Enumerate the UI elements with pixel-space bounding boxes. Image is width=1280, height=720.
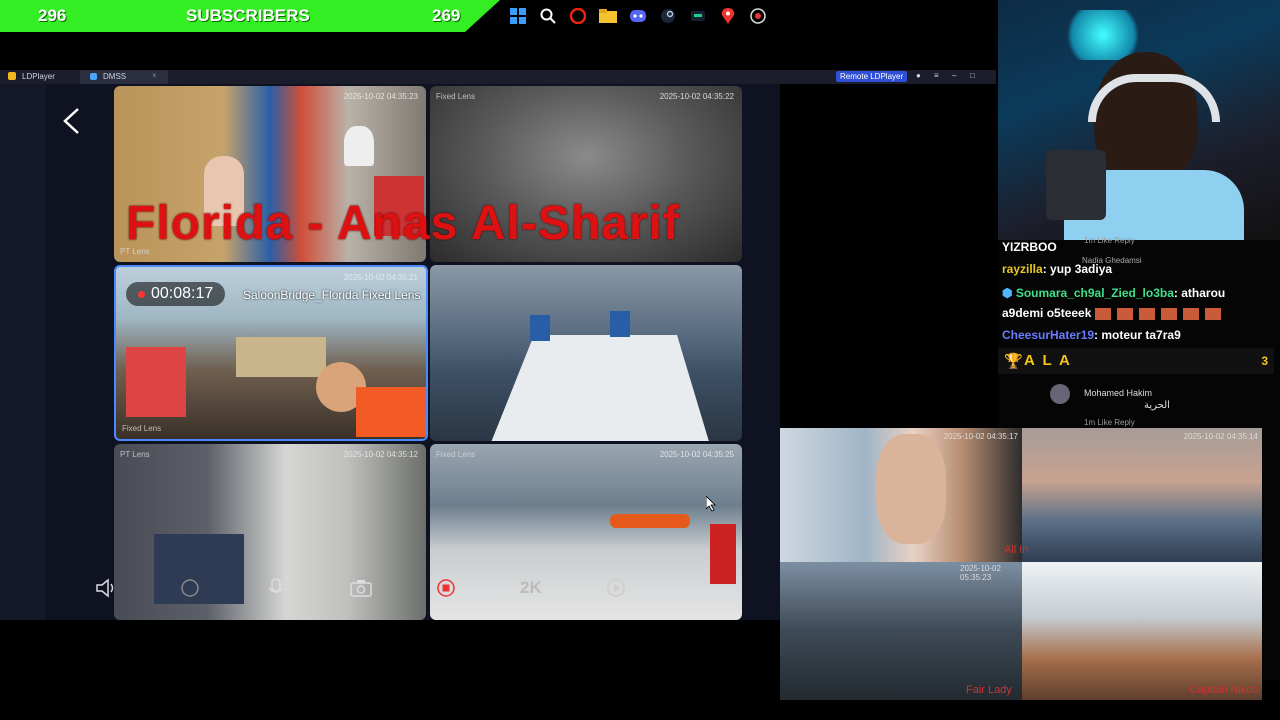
recording-timer: 00:08:17 bbox=[126, 282, 226, 306]
comment-user: Mohamed Hakim bbox=[1084, 388, 1153, 398]
life-raft-shape bbox=[610, 514, 690, 528]
emulator-titlebar: LDPlayer DMSS × Remote LDPlayer ● ≡ – □ bbox=[0, 70, 996, 84]
comment-text: الحرية bbox=[1144, 400, 1170, 411]
record-toggle-icon[interactable] bbox=[180, 578, 200, 603]
camera-2-label: Fixed Lens bbox=[436, 92, 476, 101]
opera-icon[interactable] bbox=[568, 6, 588, 26]
record-icon[interactable] bbox=[748, 6, 768, 26]
avatar bbox=[1050, 384, 1070, 404]
account-icon[interactable]: ● bbox=[916, 71, 921, 80]
bow-deck-shape bbox=[490, 335, 710, 441]
stream-overlay-title: Florida - Anas Al-Sharif bbox=[126, 197, 680, 250]
camera-3-label: Fixed Lens bbox=[122, 424, 162, 433]
steam-icon[interactable] bbox=[658, 6, 678, 26]
lamp-shape bbox=[344, 126, 374, 166]
chat-username: rayzilla bbox=[1002, 262, 1043, 276]
verified-badge-icon: ⬢ bbox=[1002, 286, 1013, 300]
tab-dmss[interactable]: DMSS bbox=[103, 72, 126, 81]
back-arrow-icon[interactable] bbox=[60, 106, 82, 136]
search-icon[interactable] bbox=[538, 6, 558, 26]
boat-name: All In bbox=[1004, 544, 1029, 556]
camera-5-timestamp: 2025-10-02 04:35:12 bbox=[343, 450, 418, 459]
chat-username: CheesurHater19 bbox=[1002, 328, 1095, 342]
menu-icon[interactable]: ≡ bbox=[934, 71, 939, 80]
chat-text: : atharou bbox=[1173, 286, 1226, 300]
speaker-icon[interactable] bbox=[95, 578, 117, 603]
vest-right bbox=[356, 387, 426, 437]
camera-6-label: Fixed Lens bbox=[436, 450, 476, 459]
mouse-cursor-icon bbox=[706, 496, 716, 512]
subscriber-label: SUBSCRIBERS bbox=[186, 6, 310, 25]
chat-message-3: a9demi o5teeek bbox=[1002, 306, 1225, 320]
vest-left bbox=[126, 347, 186, 417]
highlight-count: 3 bbox=[1261, 354, 1268, 368]
subscriber-left-count: 296 bbox=[38, 6, 67, 25]
taskbar bbox=[508, 4, 768, 28]
close-tab-icon[interactable]: × bbox=[152, 71, 157, 80]
camera-2-timestamp: 2025-10-02 04:35:22 bbox=[659, 92, 734, 101]
video-timestamp: 2025-10-02 05:35:23 bbox=[960, 564, 1001, 582]
recording-dot-icon bbox=[138, 290, 145, 298]
chat-top-user: YIZRBOO bbox=[1002, 240, 1057, 254]
emulator-left-strip bbox=[0, 84, 46, 620]
chat-top-meta: 1m Like Reply bbox=[1084, 236, 1135, 245]
camera-snapshot-icon[interactable] bbox=[350, 578, 372, 603]
boat-name: Captain Nikos bbox=[1189, 684, 1258, 696]
camera-6-timestamp: 2025-10-02 04:35:25 bbox=[659, 450, 734, 459]
folder-icon[interactable] bbox=[598, 6, 618, 26]
tab-ldplayer[interactable]: LDPlayer bbox=[22, 72, 55, 81]
ldplayer-logo-icon bbox=[8, 72, 16, 80]
microphone-shape bbox=[1046, 150, 1106, 220]
highlight-name: A L A bbox=[1024, 352, 1072, 369]
quality-toggle[interactable]: 2K bbox=[520, 578, 542, 598]
maps-pin-icon[interactable] bbox=[718, 6, 738, 26]
chat-message-1: rayzilla: yup 3adiya bbox=[1002, 262, 1112, 276]
minimize-icon[interactable]: – bbox=[952, 71, 956, 80]
chat-highlight-row: 🏆 A L A 3 bbox=[998, 348, 1274, 374]
boat-video-grid: 2025-10-02 04:35:17 2025-10-02 04:35:14 … bbox=[780, 428, 1262, 700]
subscriber-right-count: 269 bbox=[432, 6, 461, 25]
windows-icon[interactable] bbox=[508, 6, 528, 26]
camera-3-timestamp: 2025-10-02 04:35:21 bbox=[343, 273, 418, 282]
discord-icon[interactable] bbox=[628, 6, 648, 26]
video-tile-deck: 2025-10-02 05:35:23 Fair Lady bbox=[780, 562, 1022, 700]
flag-shape bbox=[710, 524, 736, 584]
chat-text: a9demi o5teeek bbox=[1002, 306, 1092, 320]
emote-row bbox=[1094, 307, 1225, 320]
selected-camera-name: SaloonBridge_Florida Fixed Lens bbox=[243, 288, 421, 302]
camera-5-label: PT Lens bbox=[120, 450, 150, 459]
remote-ldplayer-button[interactable]: Remote LDPlayer bbox=[836, 71, 908, 82]
barrel-shape bbox=[530, 315, 550, 341]
barrel-shape bbox=[610, 311, 630, 337]
comment-meta: 1m Like Reply bbox=[1084, 418, 1135, 427]
app-icon[interactable] bbox=[688, 6, 708, 26]
camera-tile-4[interactable] bbox=[430, 265, 742, 441]
boat-name: Fair Lady bbox=[966, 684, 1012, 696]
camera-tile-6[interactable]: 2025-10-02 04:35:25 Fixed Lens bbox=[430, 444, 742, 620]
subscriber-counter-bar: 296 SUBSCRIBERS 269 bbox=[0, 0, 500, 32]
chat-text: : moteur ta7ra9 bbox=[1094, 328, 1181, 342]
trophy-icon: 🏆 bbox=[1004, 353, 1023, 370]
streamer-webcam bbox=[998, 0, 1280, 240]
table-shape bbox=[236, 337, 326, 377]
video-tile-cabin: Captain Nikos bbox=[1022, 562, 1262, 700]
microphone-icon[interactable] bbox=[266, 578, 286, 603]
recording-time: 00:08:17 bbox=[151, 285, 214, 302]
camera-1-timestamp: 2025-10-02 04:35:23 bbox=[343, 92, 418, 101]
face-shape bbox=[876, 434, 946, 544]
stop-record-icon[interactable] bbox=[436, 578, 456, 603]
playback-icon[interactable] bbox=[606, 578, 626, 603]
video-tile-sunset: 2025-10-02 04:35:14 bbox=[1022, 428, 1262, 562]
chat-message-2: ⬢ Soumara_ch9al_Zied_lo3ba: atharou bbox=[1002, 286, 1225, 300]
video-timestamp: 2025-10-02 04:35:14 bbox=[1183, 432, 1258, 441]
dmss-app-icon bbox=[90, 73, 97, 80]
chat-username: Soumara_ch9al_Zied_lo3ba bbox=[1015, 286, 1174, 300]
chat-message-4: CheesurHater19: moteur ta7ra9 bbox=[1002, 328, 1181, 342]
chat-text: : yup 3adiya bbox=[1042, 262, 1113, 276]
maximize-icon[interactable]: □ bbox=[970, 71, 975, 80]
video-timestamp: 2025-10-02 04:35:17 bbox=[943, 432, 1018, 441]
video-tile-portrait: 2025-10-02 04:35:17 bbox=[780, 428, 1022, 562]
